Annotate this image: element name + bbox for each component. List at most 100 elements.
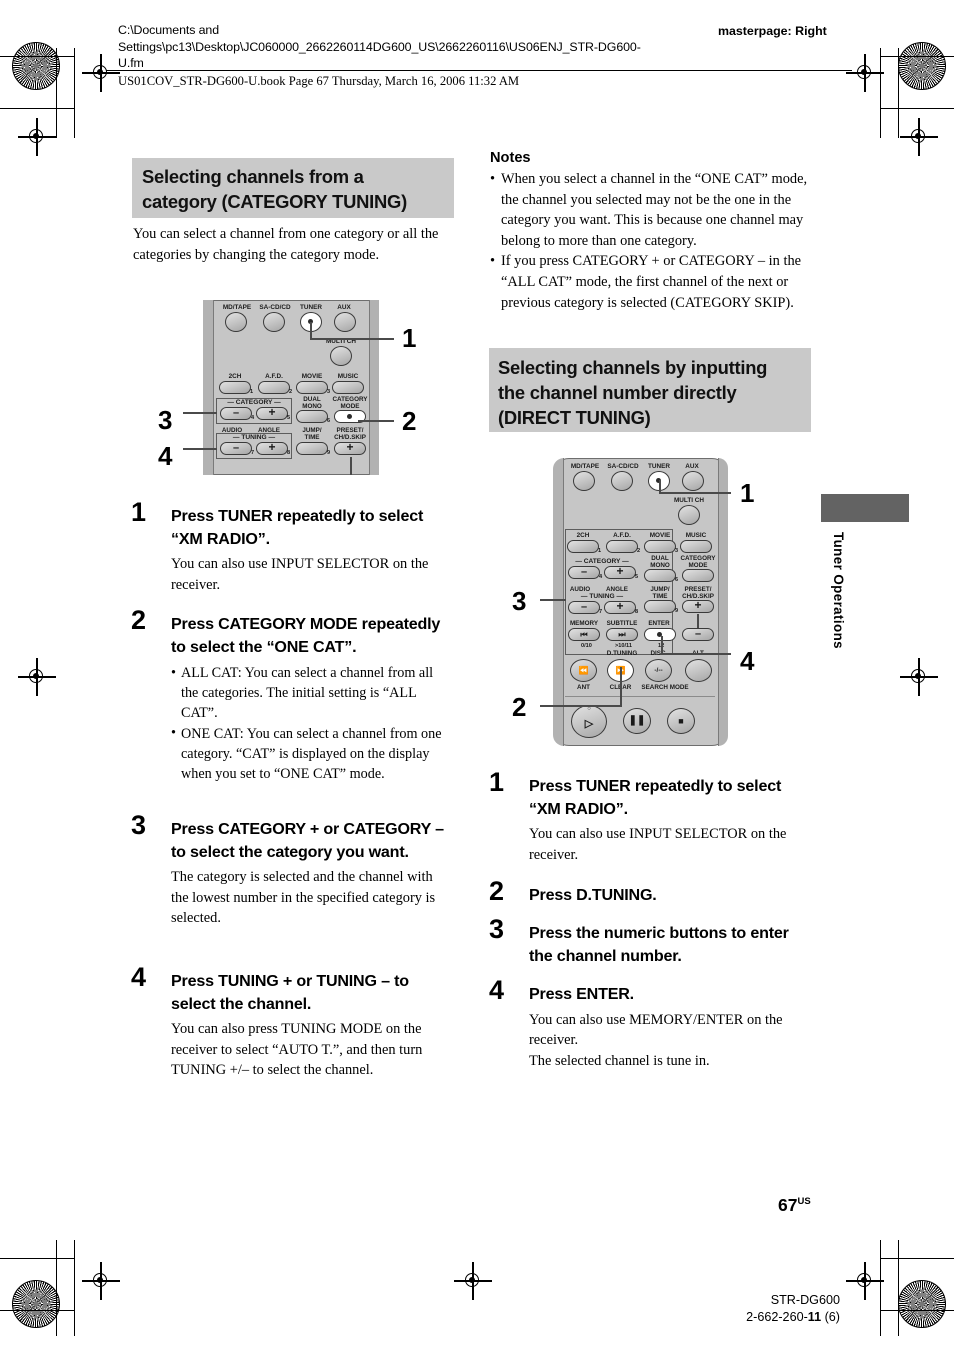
button-label-2ch: 2CH [228, 373, 242, 380]
footer-part-prefix: 2-662-260- [746, 1309, 808, 1324]
right-heading-line-3: (DIRECT TUNING) [498, 407, 651, 428]
md-tape-button[interactable] [225, 312, 247, 332]
numeric-index-5: 5 [287, 415, 291, 421]
sa-cd-cd-button[interactable] [263, 312, 285, 332]
left-step-1-title: Press TUNER repeatedly to select “XM RAD… [171, 507, 424, 548]
callout2-leader-4-horizontal [661, 653, 731, 655]
right-step-3-number: 3 [489, 914, 505, 944]
tuning-minus-symbol: – [232, 442, 240, 454]
music-button[interactable] [680, 540, 712, 553]
transport-divider [565, 696, 715, 697]
crop-mark [56, 1240, 58, 1336]
tuning-group-label: — TUNING — [232, 434, 276, 441]
callout-leader-2-horizontal [358, 420, 394, 422]
button-label-dual-mono: DUAL MONO [302, 396, 322, 410]
page-number-value: 67 [778, 1195, 798, 1215]
md-tape-button[interactable] [573, 471, 595, 491]
preset-minus-symbol: – [694, 628, 702, 640]
multi-ch-button[interactable] [678, 505, 700, 525]
button-label-afd: A.F.D. [265, 373, 283, 380]
numeric-button-3-movie[interactable] [644, 540, 676, 553]
dual-mono-button[interactable] [296, 410, 328, 423]
right-step-2: 2 Press D.TUNING. [489, 878, 811, 907]
left-step-3-body: The category is selected and the channel… [171, 869, 436, 927]
left-step-3: 3 Press CATEGORY + or CATEGORY – to sele… [131, 812, 453, 929]
numeric-index-8: 8 [635, 609, 639, 615]
numeric-button-2-afd[interactable] [258, 381, 290, 394]
left-step-3-number: 3 [131, 810, 147, 840]
left-step-2-bullets: ALL CAT: You can select a channel from a… [171, 663, 453, 784]
numeric-index-6: 6 [675, 577, 679, 583]
right-step-1-title: Press TUNER repeatedly to select “XM RAD… [529, 777, 782, 818]
tuning-plus-symbol: + [616, 599, 624, 613]
music-button[interactable] [332, 381, 364, 394]
jump-time-button[interactable] [296, 442, 328, 455]
numeric-index-7: 7 [599, 609, 603, 615]
side-tab-label: Tuner Operations [831, 532, 846, 650]
remote-right-rail [718, 458, 728, 746]
registration-rosette-bottom-right [898, 1280, 946, 1328]
numeric-button-1-2ch[interactable] [567, 540, 599, 553]
numeric-button-3-movie[interactable] [296, 381, 328, 394]
notes-heading: Notes [490, 150, 531, 166]
left-step-3-title: Press CATEGORY + or CATEGORY – to select… [171, 820, 444, 861]
side-tab-marker [821, 494, 909, 522]
document-footer: STR-DG600 2-662-260-11 (6) [640, 1292, 840, 1325]
right-step-4-title: Press ENTER. [529, 985, 634, 1003]
aux-button[interactable] [682, 471, 704, 491]
numeric-button-1-2ch[interactable] [219, 381, 251, 394]
book-info-line: US01COV_STR-DG600-U.book Page 67 Thursda… [118, 74, 520, 88]
right-step-2-title: Press D.TUNING. [529, 886, 657, 904]
button-label-enter: ENTER [648, 620, 670, 627]
aux-button[interactable] [334, 312, 356, 332]
numeric-button-2-afd[interactable] [606, 540, 638, 553]
crop-mark [880, 1258, 954, 1260]
button-label-preset-ch-dskip: PRESET/CH/D.SKIP [334, 427, 366, 441]
left-step-2-title: Press CATEGORY MODE repeatedly to select… [171, 615, 441, 656]
callout2-leader-1-horizontal [659, 492, 731, 494]
numeric-index-8: 8 [287, 450, 291, 456]
left-step-4: 4 Press TUNING + or TUNING – to select t… [131, 964, 453, 1081]
category-group-label: — CATEGORY — [227, 399, 281, 406]
right-step-1-body: You can also use INPUT SELECTOR on the r… [529, 826, 787, 863]
button-label-multi-ch: MULTI CH [673, 497, 705, 504]
right-step-4-number: 4 [489, 975, 505, 1005]
sa-cd-cd-button[interactable] [611, 471, 633, 491]
button-label-category-mode: CATEGORY MODE [680, 555, 716, 569]
button-label-category-mode: CATEGORY MODE [332, 396, 368, 410]
right-step-2-number: 2 [489, 876, 505, 906]
remote-illustration-direct-tuning: MD/TAPE SA-CD/CD TUNER AUX MULTI CH 2CH … [553, 458, 728, 746]
left-intro-paragraph: You can select a channel from one catego… [133, 226, 439, 263]
right-step-1-number: 1 [489, 767, 505, 797]
numeric-index-3: 3 [675, 548, 679, 554]
right-step-4-body: You can also use MEMORY/ENTER on the rec… [529, 1011, 783, 1069]
numeric-index-4: 4 [599, 574, 603, 580]
numeric-index-5: 5 [635, 574, 639, 580]
callout-number-4: 4 [158, 441, 173, 471]
remote-right-rail [369, 300, 379, 475]
registration-target [846, 1262, 884, 1300]
disc-icon: -/-- [654, 667, 663, 674]
category-plus-symbol: + [268, 405, 276, 419]
category-mode-button[interactable] [682, 569, 714, 582]
pause-icon: ❚❚ [628, 715, 646, 726]
alt-button[interactable] [685, 659, 712, 682]
preset-plus-symbol: + [346, 440, 354, 454]
file-path-line-2: Settings\pc13\Desktop\JC060000_266226011… [118, 39, 641, 54]
left-step-4-body: You can also press TUNING MODE on the re… [171, 1021, 423, 1079]
registration-rosette-bottom-left [12, 1280, 60, 1328]
multi-ch-button[interactable] [330, 346, 352, 366]
category-minus-symbol: – [580, 566, 588, 578]
button-label-memory: MEMORY [569, 620, 599, 627]
callout-leader-4-horizontal [183, 448, 217, 450]
right-step-4: 4 Press ENTER. You can also use MEMORY/E… [489, 977, 811, 1071]
left-step-1-number: 1 [131, 497, 147, 527]
callout-leader-preset-vertical [350, 457, 352, 475]
dual-mono-button[interactable] [644, 569, 676, 582]
category-plus-symbol: + [616, 564, 624, 578]
jump-time-button[interactable] [644, 600, 676, 613]
rewind-icon: ⏪ [578, 666, 589, 675]
numeric-sublabel-10-11: >10/11 [615, 643, 632, 649]
registration-target [900, 658, 938, 696]
callout2-leader-2-vertical [620, 667, 622, 706]
